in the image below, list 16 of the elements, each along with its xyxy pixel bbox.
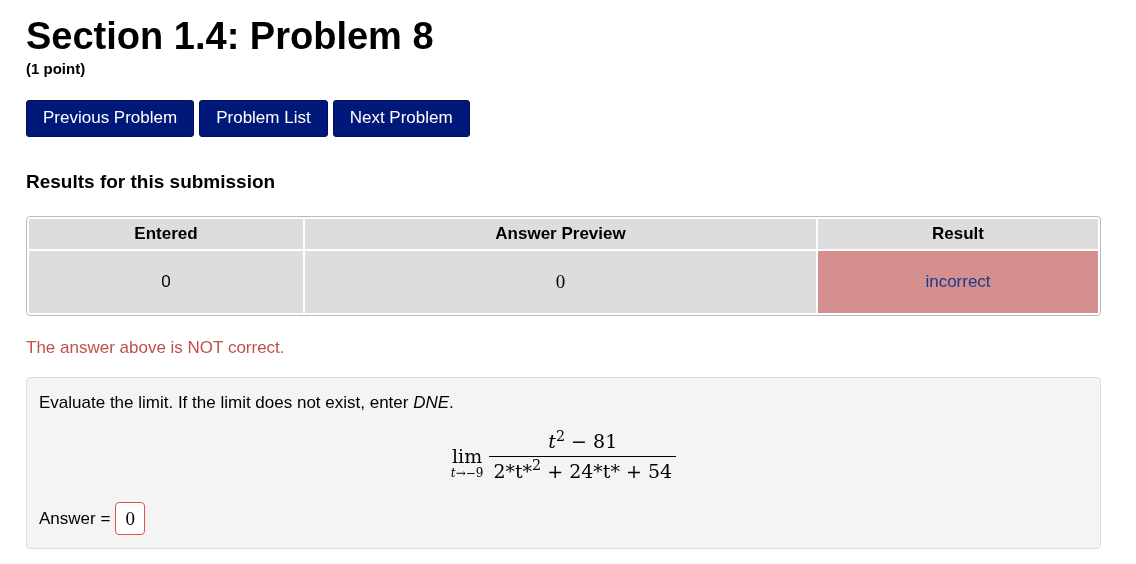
status-message: The answer above is NOT correct. bbox=[26, 337, 285, 359]
answer-label: Answer = bbox=[39, 507, 111, 530]
nav-button[interactable]: Previous Problem bbox=[26, 99, 195, 137]
table-cell: 0 bbox=[305, 251, 816, 313]
nav-button[interactable]: Problem List bbox=[199, 99, 328, 137]
nav-button[interactable]: Next Problem bbox=[332, 99, 470, 137]
results-heading: Results for this submission bbox=[26, 169, 276, 194]
answer-field[interactable]: 0 bbox=[115, 502, 146, 535]
points-label: (1 point) bbox=[26, 59, 86, 79]
column-header: Result bbox=[818, 219, 1098, 249]
problem-statement: Evaluate the limit. If the limit does not exist, enter DNE. bbox=[39, 391, 454, 414]
page-title: Section 1.4: Problem 8 bbox=[26, 14, 434, 58]
table-cell: incorrect bbox=[818, 251, 1098, 313]
table-cell: 0 bbox=[29, 251, 303, 313]
column-header: Answer Preview bbox=[305, 219, 816, 249]
column-header: Entered bbox=[29, 219, 303, 249]
